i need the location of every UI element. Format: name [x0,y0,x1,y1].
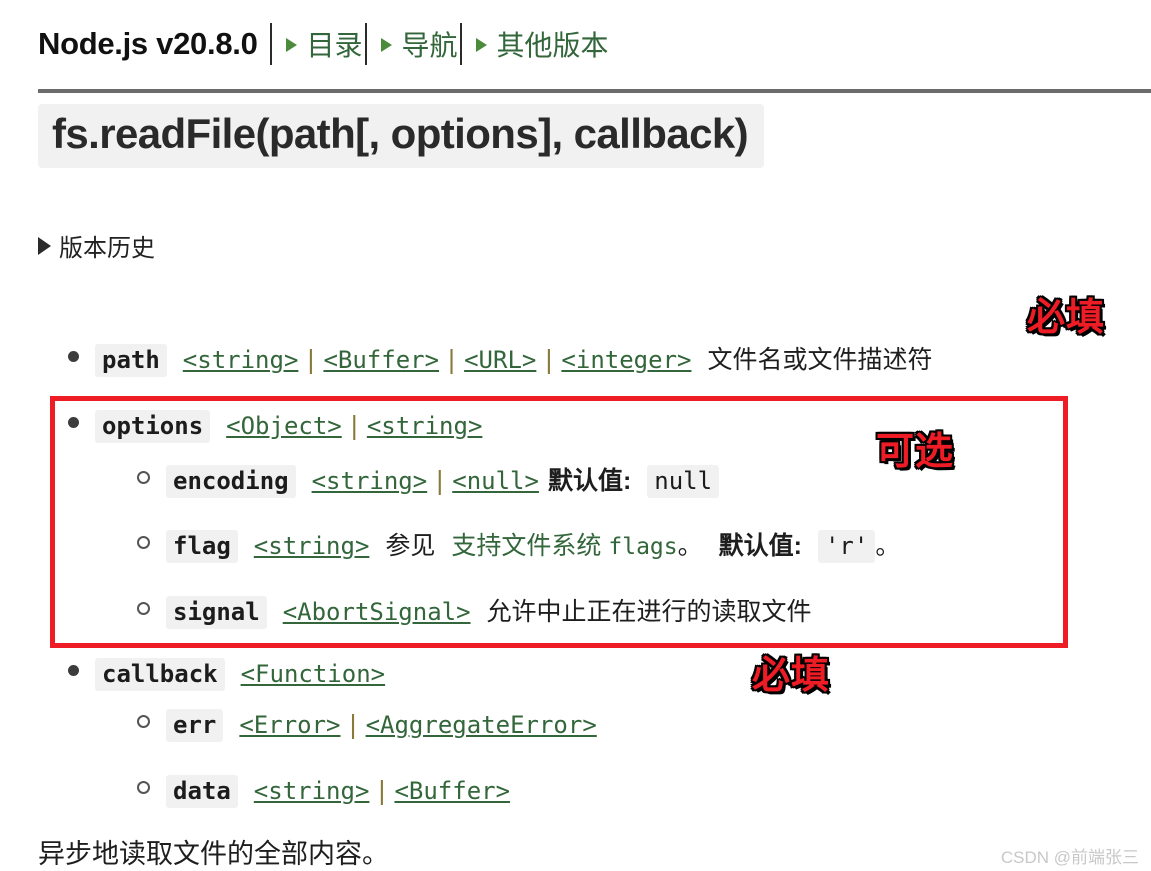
nav-link-toc-label: 目录 [306,30,363,61]
list-item-signal: signal <AbortSignal> 允许中止正在进行的读取文件 [137,592,812,629]
type-link-string[interactable]: <string> [367,412,483,440]
type-separator: | [303,345,319,374]
triangle-right-icon [380,38,392,52]
header-divider-3 [459,23,462,65]
type-separator: | [346,411,362,440]
param-name-flag: flag [166,530,238,563]
type-link-aggregateerror[interactable]: <AggregateError> [366,711,597,739]
triangle-right-icon [475,38,487,52]
bullet-hollow-icon [137,471,150,484]
list-item-options: options <Object> | <string> [68,410,482,443]
nav-link-navigation[interactable]: 导航 [380,24,458,64]
type-link-string[interactable]: <string> [254,532,370,560]
bullet-icon [68,417,79,428]
flag-period: 。 [677,532,703,560]
page-title: fs.readFile(path[, options], callback) [38,104,764,169]
header-divider-1 [269,23,272,65]
type-separator: | [345,710,361,739]
type-link-string[interactable]: <string> [254,777,370,805]
type-separator: | [541,345,557,374]
triangle-right-collapsed-icon [38,236,51,255]
link-filesystem-flags[interactable]: 支持文件系统 flags [451,526,677,562]
bullet-hollow-icon [137,602,150,615]
list-item-callback: callback <Function> [68,658,385,691]
annotation-optional-options: 可选 [876,429,955,473]
default-value-flag: 'r' [817,530,876,563]
brand-title: Node.js v20.8.0 [38,26,258,61]
type-link-url[interactable]: <URL> [464,346,536,374]
type-link-function[interactable]: <Function> [241,660,386,688]
param-name-data: data [166,775,238,808]
param-name-encoding: encoding [166,465,296,498]
nav-link-other-versions[interactable]: 其他版本 [475,24,609,64]
page-title-text: fs.readFile(path[, options], callback) [52,110,749,157]
default-label-encoding: 默认值: [547,467,632,495]
method-summary: 异步地读取文件的全部内容。 [38,839,389,869]
type-link-null[interactable]: <null> [452,467,539,495]
type-link-integer[interactable]: <integer> [561,346,691,374]
triangle-right-icon [285,38,297,52]
annotation-required-path: 必填 [1027,295,1106,339]
version-history-label: 版本历史 [59,235,155,262]
csdn-watermark: CSDN @前端张三 [1000,848,1139,867]
param-name-err: err [166,709,224,742]
link-filesystem-flags-text: 支持文件系统 [451,532,602,560]
list-item-path: path <string> | <Buffer> | <URL> | <inte… [68,340,932,377]
type-link-buffer[interactable]: <Buffer> [394,777,510,805]
default-value-encoding: null [647,465,720,498]
bullet-icon [68,351,79,362]
type-separator: | [444,345,460,374]
version-history-toggle[interactable]: 版本历史 [38,228,155,263]
param-name-signal: signal [166,596,267,629]
nav-link-other-versions-label: 其他版本 [496,30,609,61]
type-link-object[interactable]: <Object> [226,412,342,440]
bullet-hollow-icon [137,781,150,794]
default-label-flag: 默认值: [718,532,802,560]
flag-trailing-period: 。 [875,532,901,560]
annotation-required-callback: 必填 [752,653,831,697]
type-separator: | [374,776,390,805]
bullet-icon [68,665,79,676]
param-description-path: 文件名或文件描述符 [707,346,933,374]
type-link-abortsignal[interactable]: <AbortSignal> [283,598,471,626]
param-name-options: options [95,410,211,443]
nav-link-toc[interactable]: 目录 [285,24,363,64]
type-link-string[interactable]: <string> [183,346,299,374]
param-name-path: path [95,344,167,377]
param-description-signal: 允许中止正在进行的读取文件 [486,598,812,626]
type-link-string[interactable]: <string> [312,467,428,495]
see-label-flag: 参见 [385,532,436,560]
type-link-buffer[interactable]: <Buffer> [323,346,439,374]
header-divider-2 [364,23,367,65]
list-item-flag: flag <string> 参见 支持文件系统 flags 。 默认值: 'r'… [137,526,900,563]
type-link-error[interactable]: <Error> [239,711,340,739]
param-name-callback: callback [95,658,225,691]
list-item-data: data <string> | <Buffer> [137,775,510,808]
nav-link-navigation-label: 导航 [401,30,458,61]
site-header: Node.js v20.8.0 目录 导航 其他版本 [38,18,609,70]
bullet-hollow-icon [137,536,150,549]
type-separator: | [432,466,448,495]
bullet-hollow-icon [137,715,150,728]
header-rule [38,89,1151,93]
link-filesystem-flags-code: flags [608,534,678,560]
list-item-encoding: encoding <string> | <null> 默认值: null [137,461,720,498]
list-item-err: err <Error> | <AggregateError> [137,709,597,742]
